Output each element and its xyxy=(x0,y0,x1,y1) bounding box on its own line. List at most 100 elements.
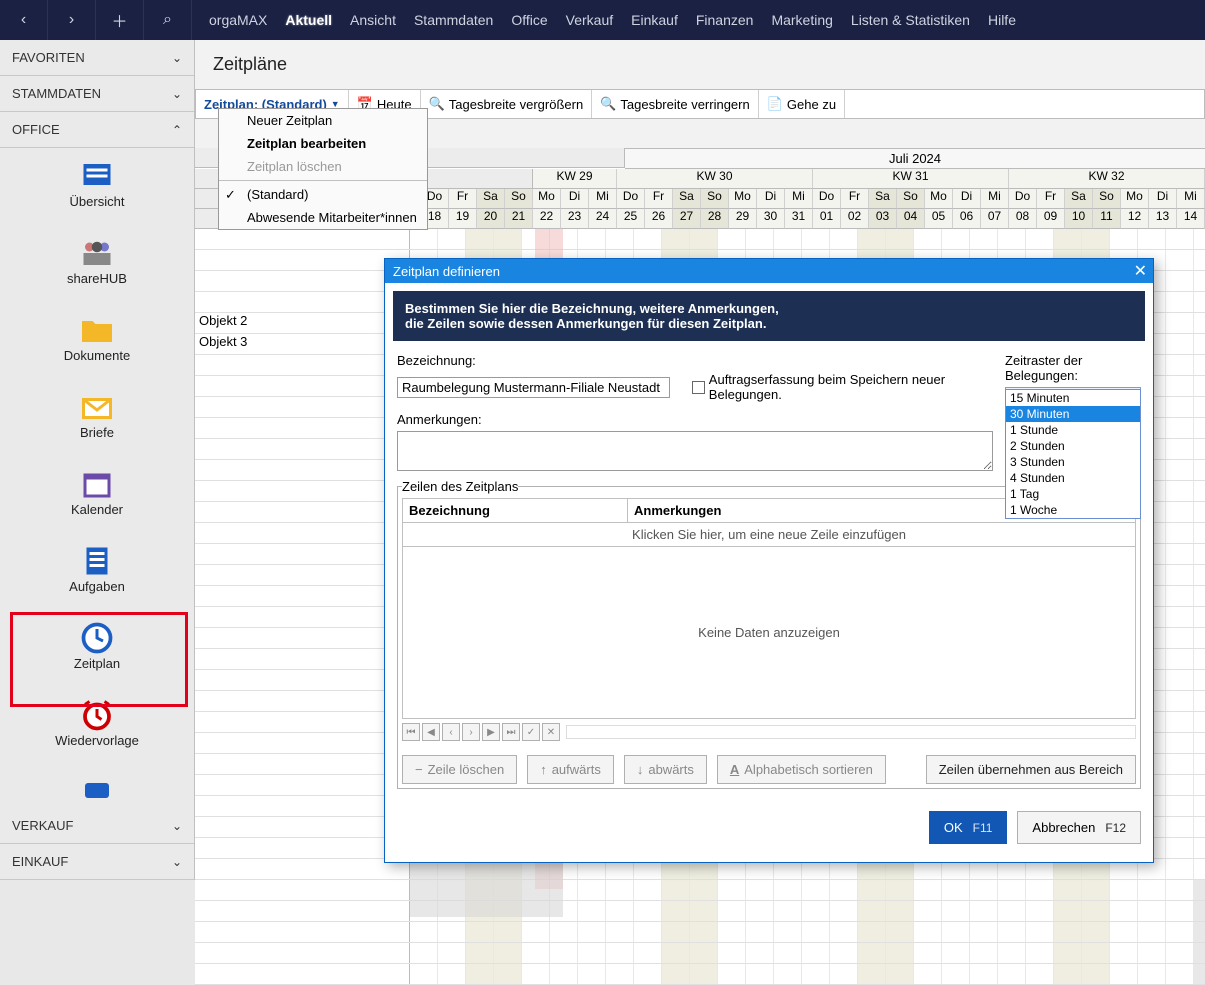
calendar-cell[interactable] xyxy=(1110,229,1138,249)
calendar-cell[interactable] xyxy=(858,880,886,900)
calendar-cell[interactable] xyxy=(886,229,914,249)
calendar-cell[interactable] xyxy=(690,880,718,900)
calendar-cell[interactable] xyxy=(606,901,634,921)
sidebar-item-more[interactable] xyxy=(79,778,115,806)
menu-standard[interactable]: ✓ (Standard) xyxy=(219,183,427,206)
calendar-cell[interactable] xyxy=(522,922,550,942)
col-bezeichnung[interactable]: Bezeichnung xyxy=(403,499,628,522)
calendar-cell[interactable] xyxy=(1166,355,1194,375)
calendar-cell[interactable] xyxy=(662,901,690,921)
calendar-cell[interactable] xyxy=(550,964,578,984)
calendar-cell[interactable] xyxy=(1166,775,1194,795)
calendar-cell[interactable] xyxy=(1026,922,1054,942)
calendar-cell[interactable] xyxy=(1166,460,1194,480)
calendar-cell[interactable] xyxy=(494,922,522,942)
calendar-cell[interactable] xyxy=(634,229,662,249)
calendar-cell[interactable] xyxy=(438,943,466,963)
calendar-cell[interactable] xyxy=(1026,943,1054,963)
calendar-cell[interactable] xyxy=(1110,901,1138,921)
menu-office[interactable]: Office xyxy=(511,12,547,28)
menu-neuer-zeitplan[interactable]: Neuer Zeitplan xyxy=(219,109,427,132)
anmerkungen-textarea[interactable] xyxy=(397,431,993,471)
calendar-cell[interactable] xyxy=(1026,229,1054,249)
calendar-cell[interactable] xyxy=(634,964,662,984)
calendar-cell[interactable] xyxy=(438,964,466,984)
calendar-cell[interactable] xyxy=(662,922,690,942)
add-button[interactable]: ＋ xyxy=(96,0,144,40)
calendar-cell[interactable] xyxy=(690,922,718,942)
calendar-cell[interactable] xyxy=(942,943,970,963)
calendar-cell[interactable] xyxy=(1082,943,1110,963)
calendar-cell[interactable] xyxy=(662,964,690,984)
calendar-cell[interactable] xyxy=(914,943,942,963)
calendar-cell[interactable] xyxy=(746,880,774,900)
nav-forward[interactable]: › xyxy=(462,723,480,741)
ok-button[interactable]: OK F11 xyxy=(929,811,1008,844)
sidebar-item-kalender[interactable]: Kalender xyxy=(71,470,123,517)
calendar-cell[interactable] xyxy=(802,901,830,921)
calendar-cell[interactable] xyxy=(914,964,942,984)
calendar-cell[interactable] xyxy=(858,922,886,942)
calendar-cell[interactable] xyxy=(746,922,774,942)
calendar-cell[interactable] xyxy=(466,943,494,963)
calendar-cell[interactable] xyxy=(1138,922,1166,942)
calendar-cell[interactable] xyxy=(1166,250,1194,270)
calendar-cell[interactable] xyxy=(1166,712,1194,732)
calendar-cell[interactable] xyxy=(634,880,662,900)
calendar-cell[interactable] xyxy=(830,229,858,249)
calendar-cell[interactable] xyxy=(1138,901,1166,921)
zeitraster-option[interactable]: 1 Stunde xyxy=(1006,422,1140,438)
calendar-cell[interactable] xyxy=(1166,523,1194,543)
calendar-cell[interactable] xyxy=(830,880,858,900)
calendar-cell[interactable] xyxy=(578,922,606,942)
cancel-button[interactable]: Abbrechen F12 xyxy=(1017,811,1141,844)
calendar-cell[interactable] xyxy=(606,964,634,984)
sidebar-section-verkauf[interactable]: VERKAUF ⌄ xyxy=(0,808,194,844)
calendar-cell[interactable] xyxy=(606,922,634,942)
sidebar-section-stammdaten[interactable]: STAMMDATEN ⌄ xyxy=(0,76,194,112)
calendar-cell[interactable] xyxy=(438,229,466,249)
calendar-cell[interactable] xyxy=(998,943,1026,963)
menu-finanzen[interactable]: Finanzen xyxy=(696,12,754,28)
calendar-cell[interactable] xyxy=(1166,292,1194,312)
calendar-cell[interactable] xyxy=(858,943,886,963)
calendar-cell[interactable] xyxy=(634,901,662,921)
bezeichnung-input[interactable] xyxy=(397,377,670,398)
calendar-cell[interactable] xyxy=(634,922,662,942)
calendar-cell[interactable] xyxy=(1138,229,1166,249)
uebernehmen-button[interactable]: Zeilen übernehmen aus Bereich xyxy=(926,755,1136,784)
calendar-cell[interactable] xyxy=(1138,943,1166,963)
calendar-cell[interactable] xyxy=(886,964,914,984)
calendar-cell[interactable] xyxy=(718,880,746,900)
aufwaerts-button[interactable]: ↑ aufwärts xyxy=(527,755,614,784)
sidebar-section-office[interactable]: OFFICE ⌃ xyxy=(0,112,194,148)
calendar-cell[interactable] xyxy=(466,922,494,942)
menu-verkauf[interactable]: Verkauf xyxy=(566,12,613,28)
calendar-cell[interactable] xyxy=(410,229,438,249)
calendar-cell[interactable] xyxy=(774,964,802,984)
calendar-cell[interactable] xyxy=(1026,964,1054,984)
calendar-cell[interactable] xyxy=(494,229,522,249)
calendar-cell[interactable] xyxy=(690,901,718,921)
calendar-cell[interactable] xyxy=(914,229,942,249)
calendar-cell[interactable] xyxy=(1082,922,1110,942)
menu-listen[interactable]: Listen & Statistiken xyxy=(851,12,970,28)
calendar-cell[interactable] xyxy=(550,943,578,963)
calendar-cell[interactable] xyxy=(578,229,606,249)
calendar-cell[interactable] xyxy=(606,229,634,249)
calendar-cell[interactable] xyxy=(1166,481,1194,501)
zeitraster-option[interactable]: 4 Stunden xyxy=(1006,470,1140,486)
calendar-cell[interactable] xyxy=(802,880,830,900)
calendar-cell[interactable] xyxy=(494,943,522,963)
zeile-loeschen-button[interactable]: − Zeile löschen xyxy=(402,755,517,784)
menu-zeitplan-bearbeiten[interactable]: Zeitplan bearbeiten xyxy=(219,132,427,155)
calendar-cell[interactable] xyxy=(1166,565,1194,585)
calendar-cell[interactable] xyxy=(942,922,970,942)
calendar-cell[interactable] xyxy=(578,901,606,921)
calendar-row[interactable] xyxy=(195,901,1205,922)
calendar-cell[interactable] xyxy=(1166,649,1194,669)
calendar-cell[interactable] xyxy=(774,901,802,921)
calendar-cell[interactable] xyxy=(1166,544,1194,564)
calendar-cell[interactable] xyxy=(1166,334,1194,354)
calendar-cell[interactable] xyxy=(858,964,886,984)
